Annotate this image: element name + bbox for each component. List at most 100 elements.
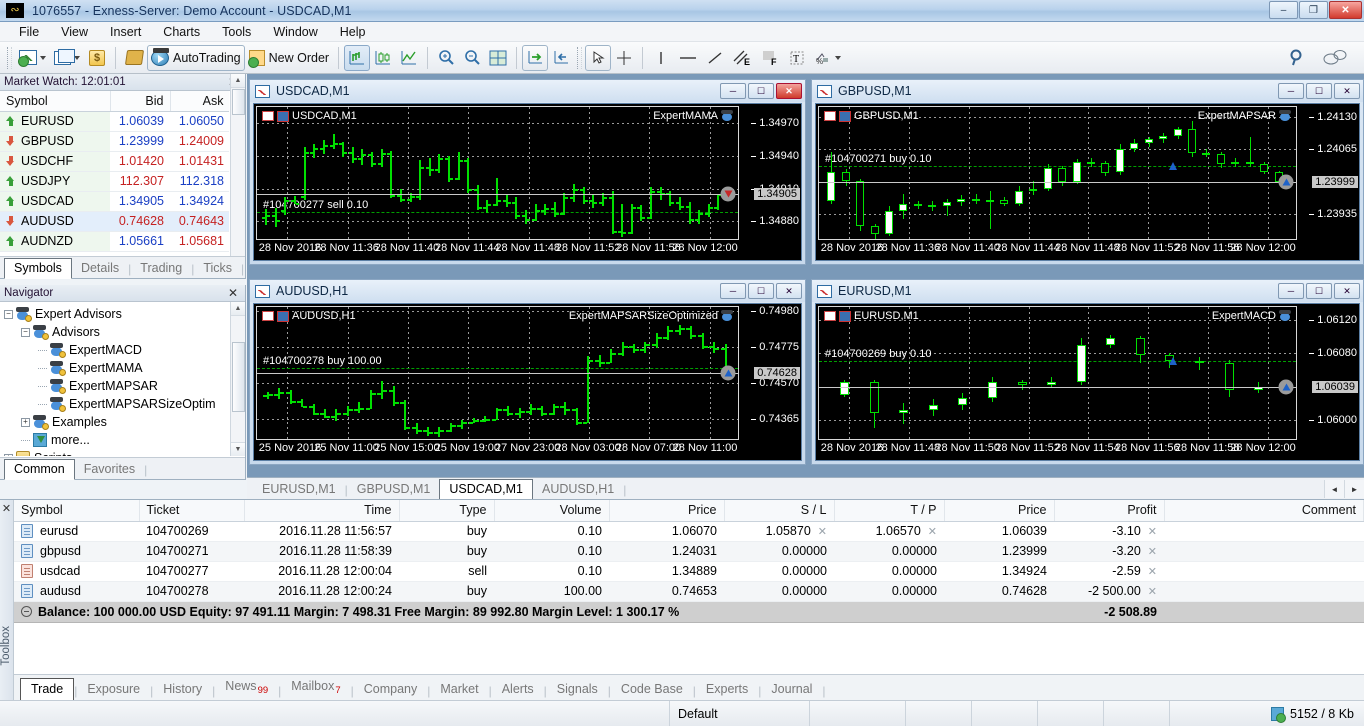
close-position-icon[interactable]: ✕ — [1148, 526, 1157, 538]
autotrading-button[interactable]: AutoTrading — [147, 44, 245, 71]
scroll-thumb[interactable] — [232, 89, 245, 115]
wizard-button[interactable] — [121, 45, 147, 71]
new-chart-button[interactable] — [15, 45, 50, 71]
crosshair-button[interactable] — [611, 45, 637, 71]
chart-tab-prev-icon[interactable]: ◄ — [1324, 480, 1344, 498]
templates-button[interactable]: % — [810, 45, 845, 71]
scroll-up-icon[interactable]: ▲ — [231, 74, 245, 88]
menu-tools[interactable]: Tools — [211, 23, 262, 41]
terminal-tab-trade[interactable]: Trade — [20, 678, 75, 701]
chart-tab-usdcad[interactable]: USDCAD,M1 — [439, 479, 534, 500]
tab-favorites[interactable]: Favorites — [75, 460, 144, 479]
market-watch-row[interactable]: USDCHF 1.01420 1.01431 — [0, 151, 229, 172]
market-watch-row[interactable]: EURUSD 1.06039 1.06050 — [0, 111, 229, 132]
chart-close-button[interactable]: ✕ — [1334, 283, 1360, 299]
menu-file[interactable]: File — [8, 23, 50, 41]
chart-restore-button[interactable]: ☐ — [748, 83, 774, 99]
col-tp[interactable]: T / P — [834, 500, 945, 522]
col-ask[interactable]: Ask — [170, 91, 229, 112]
line-chart-button[interactable] — [396, 45, 422, 71]
col-bid[interactable]: Bid — [110, 91, 171, 112]
cursor-button[interactable] — [585, 44, 612, 71]
chart-minimize-button[interactable]: ─ — [1278, 283, 1304, 299]
col-symbol[interactable]: Symbol — [14, 500, 140, 522]
table-row[interactable]: usdcad 104700277 2016.11.28 12:00:04 sell 0.… — [14, 561, 1364, 582]
navigator-scrollbar[interactable]: ▲ ▼ — [230, 302, 245, 456]
chart-close-button[interactable]: ✕ — [776, 283, 802, 299]
terminal-tab-experts[interactable]: Experts — [696, 679, 758, 700]
chart-title-bar[interactable]: EURUSD,M1 ─ ☐ ✕ — [812, 280, 1363, 302]
toolbar-grip[interactable] — [7, 46, 12, 69]
chat-icon[interactable] — [1322, 48, 1348, 68]
chart-plot[interactable]: #104700271 buy 0.10 GBPUSD,M1 ExpertMAPSAR — [818, 106, 1297, 240]
chart-grid-button[interactable] — [485, 45, 511, 71]
chevron-down-icon[interactable] — [835, 55, 842, 60]
zoom-in-button[interactable] — [433, 45, 459, 71]
collapse-icon[interactable] — [21, 605, 32, 617]
chart-canvas[interactable]: #104700277 sell 0.10 USDCAD,M1 ExpertMAMA 1… — [253, 103, 802, 261]
trendline-button[interactable] — [702, 45, 728, 71]
col-ticket[interactable]: Ticket — [139, 500, 245, 522]
market-watch-row[interactable]: USDCAD 1.34905 1.34924 — [0, 191, 229, 212]
toolbar-grip[interactable] — [577, 46, 583, 69]
chart-close-button[interactable]: ✕ — [1334, 83, 1360, 99]
market-watch-row[interactable]: USDJPY 112.307 112.318 — [0, 171, 229, 192]
toolbox-close-icon[interactable]: ✕ — [0, 500, 13, 515]
chart-restore-button[interactable]: ☐ — [1306, 283, 1332, 299]
search-icon[interactable] — [1288, 48, 1308, 68]
menu-charts[interactable]: Charts — [152, 23, 211, 41]
fibonacci-button[interactable]: F — [756, 45, 784, 71]
close-position-icon[interactable]: ✕ — [928, 526, 937, 538]
chart-restore-button[interactable]: ☐ — [748, 283, 774, 299]
position-marker-buy[interactable] — [720, 365, 736, 381]
bar-chart-button[interactable] — [344, 44, 371, 71]
terminal-tab-history[interactable]: History — [153, 679, 212, 700]
chart-shift-button[interactable] — [548, 45, 574, 71]
chart-tab-audusd[interactable]: AUDUSD,H1 — [533, 480, 623, 499]
scroll-thumb[interactable] — [232, 342, 245, 412]
tab-trading[interactable]: Trading — [131, 259, 191, 278]
chart-title-bar[interactable]: USDCAD,M1 ─ ☐ ✕ — [250, 80, 805, 102]
col-volume[interactable]: Volume — [494, 500, 610, 522]
chart-tab-gbpusd[interactable]: GBPUSD,M1 — [348, 480, 440, 499]
terminal-tab-exposure[interactable]: Exposure — [77, 679, 150, 700]
chart-minimize-button[interactable]: ─ — [720, 83, 746, 99]
menu-insert[interactable]: Insert — [99, 23, 152, 41]
navigator-item[interactable]: − Advisors — [4, 323, 229, 341]
tab-ticks[interactable]: Ticks — [194, 259, 241, 278]
navigator-item[interactable]: ExpertMAPSARSizeOptim — [4, 395, 229, 413]
col-price[interactable]: Price — [609, 500, 725, 522]
zoom-out-button[interactable] — [459, 45, 485, 71]
navigator-item[interactable]: + Scripts — [4, 449, 229, 456]
navigator-item[interactable]: more... — [4, 431, 229, 449]
text-label-button[interactable]: T — [784, 45, 810, 71]
close-button[interactable]: ✕ — [1329, 1, 1362, 19]
navigator-item[interactable]: ExpertMACD — [4, 341, 229, 359]
chart-minimize-button[interactable]: ─ — [1278, 83, 1304, 99]
chart-canvas[interactable]: #104700278 buy 100.00 AUDUSD,H1 ExpertMAPS… — [253, 303, 802, 461]
chart-canvas[interactable]: #104700269 buy 0.10 EURUSD,M1 ExpertMACD 1.… — [815, 303, 1360, 461]
market-watch-scrollbar[interactable]: ▲ ▼ — [230, 74, 245, 278]
chart-title-bar[interactable]: GBPUSD,M1 ─ ☐ ✕ — [812, 80, 1363, 102]
market-watch-row[interactable]: GBPUSD 1.23999 1.24009 — [0, 131, 229, 152]
chart-window-audusd[interactable]: AUDUSD,H1 ─ ☐ ✕ #104700278 buy 100.00 AUDUSD,… — [249, 279, 806, 465]
market-watch-row[interactable]: AUDNZD 1.05661 1.05681 — [0, 231, 229, 252]
navigator-item[interactable]: + Examples — [4, 413, 229, 431]
chart-plot[interactable]: #104700269 buy 0.10 EURUSD,M1 ExpertMACD — [818, 306, 1297, 440]
menu-help[interactable]: Help — [329, 23, 377, 41]
table-row[interactable]: eurusd 104700269 2016.11.28 11:56:57 buy 0.1… — [14, 521, 1364, 542]
col-sl[interactable]: S / L — [724, 500, 835, 522]
chart-title-bar[interactable]: AUDUSD,H1 ─ ☐ ✕ — [250, 280, 805, 302]
position-marker-buy[interactable] — [1278, 379, 1294, 395]
terminal-tab-journal[interactable]: Journal — [761, 679, 822, 700]
expand-toggle-icon[interactable]: + — [21, 417, 30, 427]
terminal-tab-news[interactable]: News99 — [215, 676, 278, 700]
chart-window-eurusd[interactable]: EURUSD,M1 ─ ☐ ✕ #104700269 buy 0.10 EURUSD,M1… — [811, 279, 1364, 465]
new-order-button[interactable]: New Order — [245, 45, 333, 71]
terminal-tab-company[interactable]: Company — [354, 679, 428, 700]
minimize-button[interactable]: – — [1269, 1, 1298, 19]
col-profit[interactable]: Profit — [1054, 500, 1165, 522]
maximize-button[interactable]: ❐ — [1299, 1, 1328, 19]
menu-view[interactable]: View — [50, 23, 99, 41]
market-watch-button[interactable]: $ — [84, 45, 110, 71]
